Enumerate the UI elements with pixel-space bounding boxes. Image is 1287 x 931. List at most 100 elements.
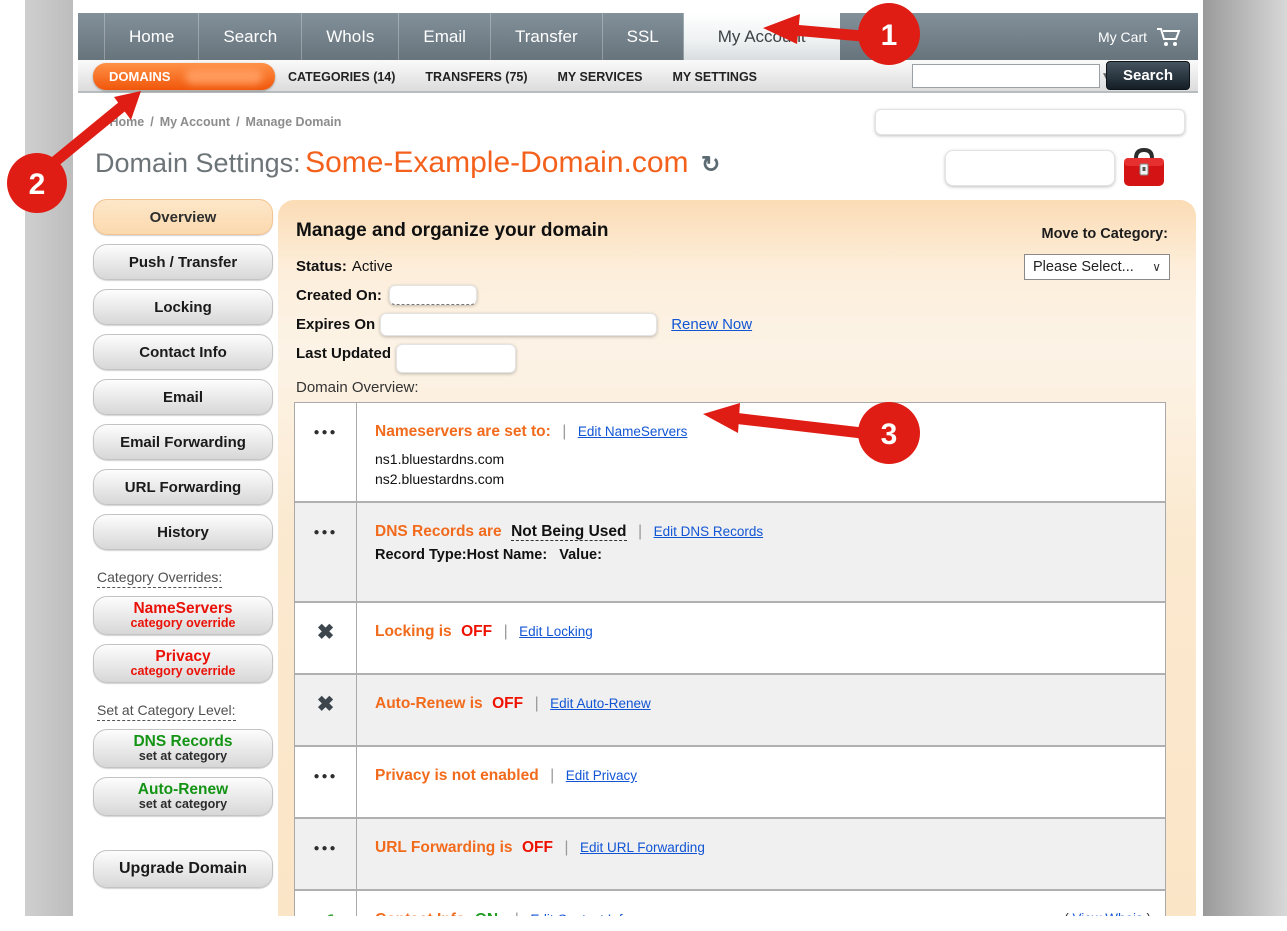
nameserver-2: ns2.bluestardns.com (375, 469, 1151, 489)
my-cart-button[interactable]: My Cart (1098, 13, 1182, 60)
redaction-box (945, 150, 1115, 186)
expires-label: Expires On (296, 316, 375, 333)
breadcrumb-sep: / (236, 115, 239, 129)
dots-icon: ●●● (313, 527, 337, 538)
set-at-category-label: Set at Category Level: (97, 702, 236, 721)
edit-url-forwarding-link[interactable]: Edit URL Forwarding (580, 840, 705, 855)
row-icon-cell: ✖ (295, 603, 357, 673)
table-row-auto-renew: ✖ Auto-Renew is OFF | Edit Auto-Renew (295, 675, 1165, 747)
redacted-domains-count (185, 68, 263, 84)
row-icon-cell: ✔ (295, 891, 357, 916)
toolbox-icon[interactable] (1121, 146, 1167, 190)
row-icon-cell: ✖ (295, 675, 357, 745)
dns-record-columns: Record Type:Host Name: Value: (375, 547, 1151, 563)
privacy-override-subtitle: category override (131, 665, 236, 678)
paren-open: ( (1064, 911, 1069, 916)
row-body: Auto-Renew is OFF | Edit Auto-Renew (357, 675, 1165, 745)
sidebar-item-history[interactable]: History (93, 514, 273, 550)
sidebar-item-overview[interactable]: Overview (93, 199, 273, 235)
tab-whois[interactable]: WhoIs (302, 13, 399, 60)
table-row-locking: ✖ Locking is OFF | Edit Locking (295, 603, 1165, 675)
row-icon-cell: ●●● (295, 503, 357, 601)
tab-home[interactable]: Home (104, 13, 199, 60)
sidebar-item-email-forwarding[interactable]: Email Forwarding (93, 424, 273, 460)
subnav-item-domains[interactable]: DOMAINS (93, 63, 275, 90)
subnav-items: CATEGORIES (14) TRANSFERS (75) MY SERVIC… (288, 60, 757, 93)
refresh-icon[interactable]: ↻ (701, 151, 720, 177)
row-body: Contact Info ON: | Edit Contact Info ( V… (357, 891, 1165, 916)
search-input[interactable] (913, 65, 1101, 87)
redaction-box (389, 285, 477, 305)
status-badge: OFF (492, 695, 523, 712)
subnav-item-my-settings[interactable]: MY SETTINGS (673, 70, 758, 84)
sidebar-item-dns-records-category[interactable]: DNS Records set at category (93, 729, 273, 768)
separator: | (562, 423, 566, 440)
sidebar-item-contact-info[interactable]: Contact Info (93, 334, 273, 370)
edit-privacy-link[interactable]: Edit Privacy (566, 768, 637, 783)
search-button[interactable]: Search (1106, 61, 1190, 90)
sidebar-item-push-transfer[interactable]: Push / Transfer (93, 244, 273, 280)
row-icon-cell: ●●● (295, 819, 357, 889)
subnav-item-my-services[interactable]: MY SERVICES (558, 70, 643, 84)
sidebar: Overview Push / Transfer Locking Contact… (93, 199, 275, 897)
row-body: URL Forwarding is OFF | Edit URL Forward… (357, 819, 1165, 889)
row-title: Privacy is not enabled (375, 767, 539, 784)
dots-icon: ●●● (313, 771, 337, 782)
edit-nameservers-link[interactable]: Edit NameServers (578, 424, 688, 439)
row-title: Contact Info (375, 911, 465, 916)
tab-my-account[interactable]: My Account (684, 13, 840, 60)
page: Home Search WhoIs Email Transfer SSL My … (73, 0, 1203, 916)
view-whois-link[interactable]: View Whois (1072, 911, 1142, 916)
created-line: Created On: (296, 283, 1180, 307)
edit-auto-renew-link[interactable]: Edit Auto-Renew (550, 696, 651, 711)
separator: | (564, 839, 568, 856)
upgrade-domain-button[interactable]: Upgrade Domain (93, 850, 273, 888)
tab-ssl[interactable]: SSL (603, 13, 684, 60)
tab-transfer[interactable]: Transfer (491, 13, 603, 60)
row-body: Privacy is not enabled | Edit Privacy (357, 747, 1165, 817)
sub-navigation: DOMAINS CATEGORIES (14) TRANSFERS (75) M… (78, 60, 1198, 93)
breadcrumb-home[interactable]: Home (109, 115, 144, 129)
edit-contact-info-link[interactable]: Edit Contact Info (530, 912, 630, 916)
view-whois-wrap: ( View Whois ) (1064, 911, 1151, 916)
dns-records-category-title: DNS Records (133, 734, 232, 750)
breadcrumb-my-account[interactable]: My Account (160, 115, 230, 129)
edit-locking-link[interactable]: Edit Locking (519, 624, 593, 639)
tab-search[interactable]: Search (199, 13, 302, 60)
privacy-override-title: Privacy (155, 649, 210, 665)
x-icon: ✖ (317, 624, 335, 642)
status-value: Active (352, 258, 393, 275)
edit-dns-records-link[interactable]: Edit DNS Records (654, 524, 764, 539)
sidebar-item-url-forwarding[interactable]: URL Forwarding (93, 469, 273, 505)
sidebar-item-locking[interactable]: Locking (93, 289, 273, 325)
sidebar-item-privacy-override[interactable]: Privacy category override (93, 644, 273, 683)
nameserver-1: ns1.bluestardns.com (375, 449, 1151, 469)
tab-email[interactable]: Email (399, 13, 491, 60)
my-cart-label: My Cart (1098, 29, 1147, 45)
status-badge: OFF (522, 839, 553, 856)
row-emphasis: Not Being Used (511, 523, 626, 541)
subnav-item-categories[interactable]: CATEGORIES (14) (288, 70, 395, 84)
auto-renew-category-title: Auto-Renew (138, 782, 228, 798)
x-icon: ✖ (317, 696, 335, 714)
table-row-nameservers: ●●● Nameservers are set to: | Edit NameS… (295, 403, 1165, 503)
page-title-label: Domain Settings: (95, 148, 301, 178)
row-title: URL Forwarding is (375, 839, 513, 856)
row-title: Locking is (375, 623, 452, 640)
sidebar-item-nameservers-override[interactable]: NameServers category override (93, 596, 273, 635)
domains-label: DOMAINS (109, 69, 170, 84)
table-row-privacy: ●●● Privacy is not enabled | Edit Privac… (295, 747, 1165, 819)
nav-spacer (78, 13, 104, 60)
subnav-item-transfers[interactable]: TRANSFERS (75) (425, 70, 527, 84)
created-label: Created On: (296, 287, 382, 304)
dots-icon: ●●● (313, 843, 337, 854)
category-select-value: Please Select... (1033, 259, 1134, 275)
row-title: Nameservers are set to: (375, 423, 551, 440)
cart-icon (1156, 27, 1182, 47)
separator: | (504, 623, 508, 640)
nameservers-override-subtitle: category override (131, 617, 236, 630)
renew-now-link[interactable]: Renew Now (671, 316, 752, 333)
sidebar-item-auto-renew-category[interactable]: Auto-Renew set at category (93, 777, 273, 816)
category-select[interactable]: Please Select... ∨ (1024, 254, 1170, 280)
sidebar-item-email[interactable]: Email (93, 379, 273, 415)
